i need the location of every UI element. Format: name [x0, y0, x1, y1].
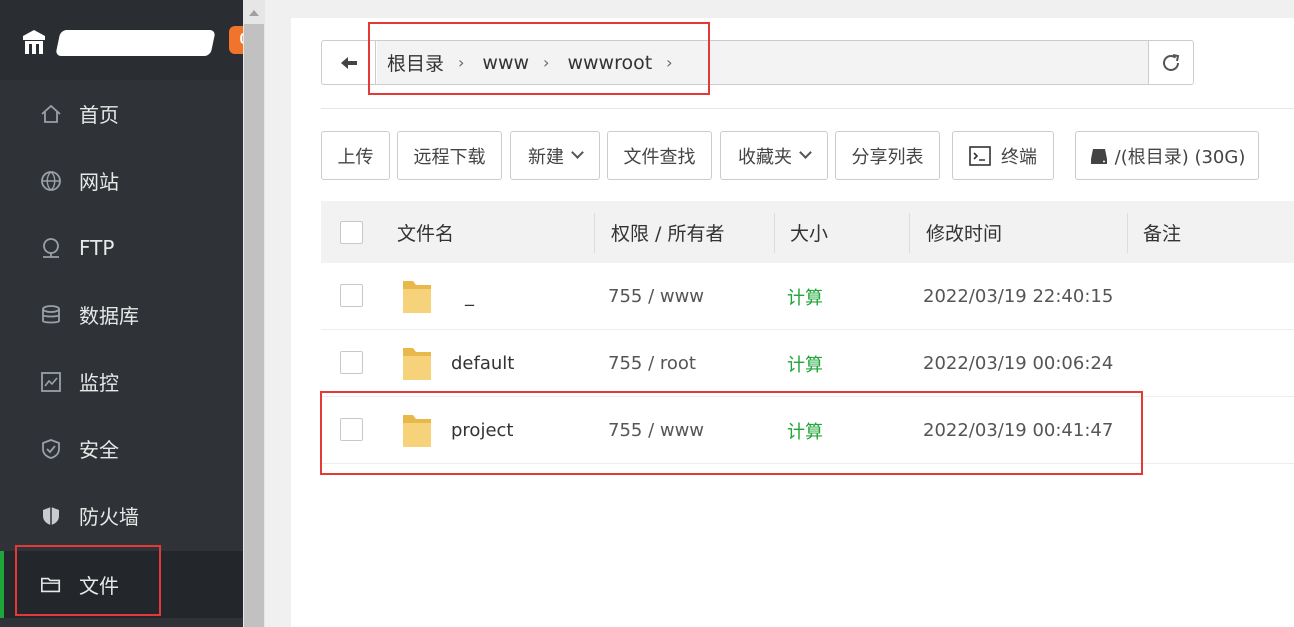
file-search-button[interactable]: 文件查找 [607, 131, 712, 180]
new-label: 新建 [528, 146, 564, 168]
header-note: 备注 [1143, 222, 1182, 245]
scroll-up-arrow-icon[interactable] [249, 10, 259, 16]
refresh-icon [1163, 53, 1180, 71]
file-mtime: 2022/03/19 00:06:24 [923, 353, 1114, 374]
sidebar-item-firewall[interactable]: 防火墙 [0, 482, 243, 549]
sidebar-item-label: 网站 [79, 170, 119, 194]
folder-icon [401, 263, 433, 330]
header-permission[interactable]: 权限 / 所有者 [611, 201, 724, 263]
database-icon [40, 304, 62, 326]
header-filename[interactable]: 文件名 [397, 201, 454, 263]
file-permission[interactable]: 755 / www [608, 263, 704, 330]
favorites-label: 收藏夹 [738, 146, 792, 168]
select-all-checkbox[interactable] [340, 221, 363, 244]
sidebar-item-home[interactable]: 首页 [0, 80, 243, 147]
calc-size-link[interactable]: 计算 [787, 263, 823, 330]
scrollbar-thumb[interactable] [244, 24, 264, 627]
ftp-icon [40, 237, 62, 259]
table-header: 文件名 权限 / 所有者 大小 修改时间 备注 [321, 201, 1294, 263]
monitor-icon [40, 371, 62, 393]
highlight-breadcrumb [368, 22, 710, 95]
sidebar-item-label: FTP [79, 235, 115, 260]
highlight-files-nav [15, 545, 161, 616]
file-name[interactable]: default [451, 330, 514, 397]
terminal-icon [969, 145, 991, 166]
shield-icon [40, 438, 62, 460]
home-icon [40, 103, 62, 125]
header-size[interactable]: 大小 [790, 201, 828, 263]
sidebar-item-label: 数据库 [79, 304, 139, 328]
refresh-button[interactable] [1148, 41, 1193, 84]
terminal-button[interactable]: 终端 [952, 131, 1054, 180]
calc-size-link[interactable]: 计算 [787, 330, 823, 397]
chevron-down-icon [571, 146, 584, 159]
sidebar-item-monitor[interactable]: 监控 [0, 348, 243, 415]
remote-download-button[interactable]: 远程下载 [397, 131, 502, 180]
sidebar-scrollbar[interactable] [243, 0, 265, 627]
column-divider [594, 213, 595, 253]
sidebar-item-ftp[interactable]: FTP [0, 214, 243, 281]
table-row[interactable]: _ 755 / www 计算 2022/03/19 22:40:15 [321, 263, 1294, 330]
sidebar-item-label: 防火墙 [79, 505, 139, 529]
sidebar-header: 0 [0, 0, 259, 80]
hard-disk-icon [1090, 148, 1107, 164]
favorites-dropdown-button[interactable]: 收藏夹 [720, 131, 828, 180]
upload-button[interactable]: 上传 [321, 131, 390, 180]
sidebar-item-database[interactable]: 数据库 [0, 281, 243, 348]
table-row[interactable]: default 755 / root 计算 2022/03/19 00:06:2… [321, 330, 1294, 397]
header-modified[interactable]: 修改时间 [926, 201, 1002, 263]
logo-icon [23, 30, 45, 54]
column-divider [774, 213, 775, 253]
share-list-button[interactable]: 分享列表 [835, 131, 940, 180]
globe-icon [40, 170, 62, 192]
arrow-left-icon [340, 56, 357, 69]
disk-label: /(根目录) (30G) [1114, 146, 1246, 168]
file-permission[interactable]: 755 / root [608, 330, 696, 397]
file-name[interactable]: _ [465, 263, 474, 330]
file-mtime: 2022/03/19 22:40:15 [923, 286, 1114, 307]
site-name-redacted [55, 30, 216, 56]
chevron-down-icon [799, 146, 812, 159]
sidebar-item-label: 首页 [79, 103, 119, 127]
sidebar-item-label: 安全 [79, 438, 119, 462]
sidebar-item-label: 监控 [79, 371, 119, 395]
highlight-project-row [320, 391, 1143, 475]
firewall-icon [40, 505, 62, 527]
row-checkbox[interactable] [340, 284, 363, 307]
column-divider [909, 213, 910, 253]
row-checkbox[interactable] [340, 351, 363, 374]
sidebar-item-website[interactable]: 网站 [0, 147, 243, 214]
terminal-label: 终端 [1001, 146, 1037, 168]
new-dropdown-button[interactable]: 新建 [510, 131, 600, 180]
folder-icon [401, 330, 433, 397]
sidebar: 0 首页 网站 FTP 数据库 监控 安全 [0, 0, 259, 627]
column-divider [1127, 213, 1128, 253]
disk-button[interactable]: /(根目录) (30G) [1075, 131, 1259, 180]
sidebar-item-security[interactable]: 安全 [0, 415, 243, 482]
divider [321, 108, 1294, 109]
